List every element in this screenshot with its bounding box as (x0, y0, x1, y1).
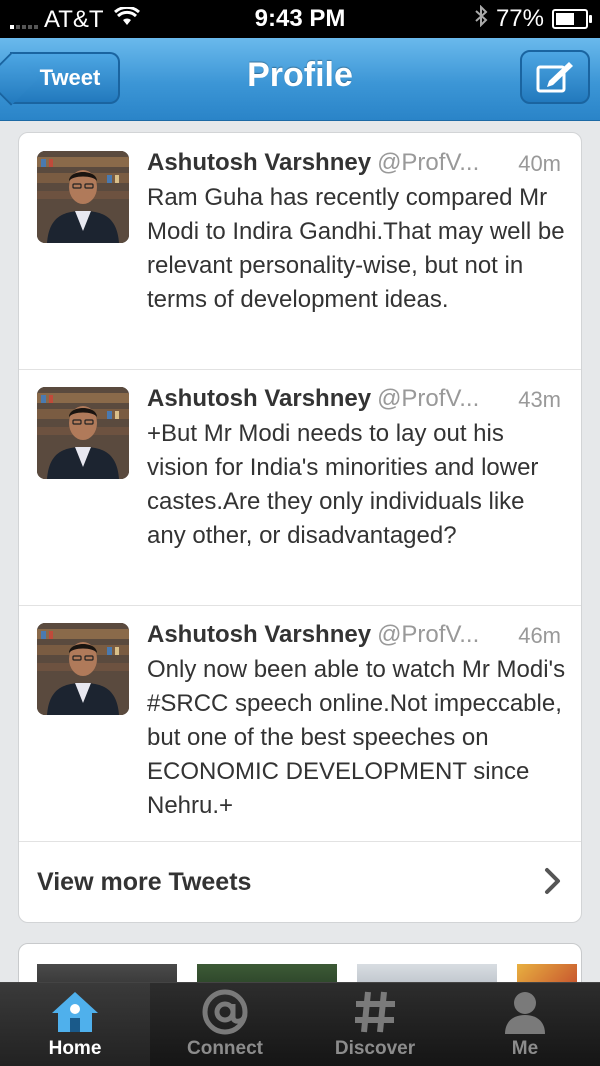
tweet-item[interactable]: Ashutosh Varshney @ProfV... 43m +But Mr M… (19, 369, 581, 606)
tweet-time: 43m (518, 387, 561, 412)
tweet-text: Only now been able to watch Mr Modi's #S… (147, 656, 566, 819)
compose-button[interactable] (520, 50, 590, 104)
status-bar: AT&T 9:43 PM 77% (0, 0, 600, 38)
battery-fill (556, 13, 574, 25)
tweet-author: Ashutosh Varshney @ProfV... (147, 385, 479, 413)
tab-home-label: Home (48, 1038, 102, 1059)
bluetooth-icon (474, 4, 488, 33)
author-handle: @ProfV... (377, 621, 480, 648)
author-name: Ashutosh Varshney (147, 149, 372, 176)
tab-connect-label: Connect (187, 1038, 263, 1059)
avatar[interactable] (37, 387, 129, 479)
view-more-tweets-button[interactable]: View more Tweets (19, 841, 581, 922)
view-more-label: View more Tweets (37, 868, 252, 896)
tab-me[interactable]: Me (450, 983, 600, 1066)
chevron-right-icon (545, 868, 560, 894)
status-right: 77% (474, 4, 592, 33)
tweets-card: Ashutosh Varshney @ProfV... 40m Ram Guha … (18, 132, 582, 923)
avatar[interactable] (37, 623, 129, 715)
tweet-item[interactable]: Ashutosh Varshney @ProfV... 46m Only now … (19, 605, 581, 842)
home-icon (0, 987, 150, 1037)
tab-bar: Home Connect Discover Me (0, 982, 600, 1066)
at-icon (150, 987, 300, 1037)
tweet-time: 40m (518, 151, 561, 176)
person-icon (450, 987, 600, 1037)
back-button-label: Tweet (39, 65, 101, 90)
tab-connect[interactable]: Connect (150, 983, 300, 1066)
tweet-text: +But Mr Modi needs to lay out his vision… (147, 420, 539, 549)
compose-icon (536, 62, 573, 93)
author-handle: @ProfV... (377, 385, 480, 412)
author-name: Ashutosh Varshney (147, 621, 372, 648)
author-name: Ashutosh Varshney (147, 385, 372, 412)
tweet-text: Ram Guha has recently compared Mr Modi t… (147, 184, 565, 313)
hash-icon (300, 987, 450, 1037)
tweet-item[interactable]: Ashutosh Varshney @ProfV... 40m Ram Guha … (19, 133, 581, 370)
tab-discover[interactable]: Discover (300, 983, 450, 1066)
battery-percent: 77% (495, 5, 544, 32)
tweet-time: 46m (518, 623, 561, 648)
nav-bar: Tweet Profile (0, 38, 600, 121)
tab-discover-label: Discover (334, 1038, 416, 1059)
tweet-author: Ashutosh Varshney @ProfV... (147, 149, 479, 177)
avatar[interactable] (37, 151, 129, 243)
tweet-author: Ashutosh Varshney @ProfV... (147, 621, 479, 649)
tab-me-label: Me (511, 1038, 539, 1059)
tab-home[interactable]: Home (0, 983, 150, 1066)
battery-icon (552, 9, 592, 29)
author-handle: @ProfV... (377, 149, 480, 176)
